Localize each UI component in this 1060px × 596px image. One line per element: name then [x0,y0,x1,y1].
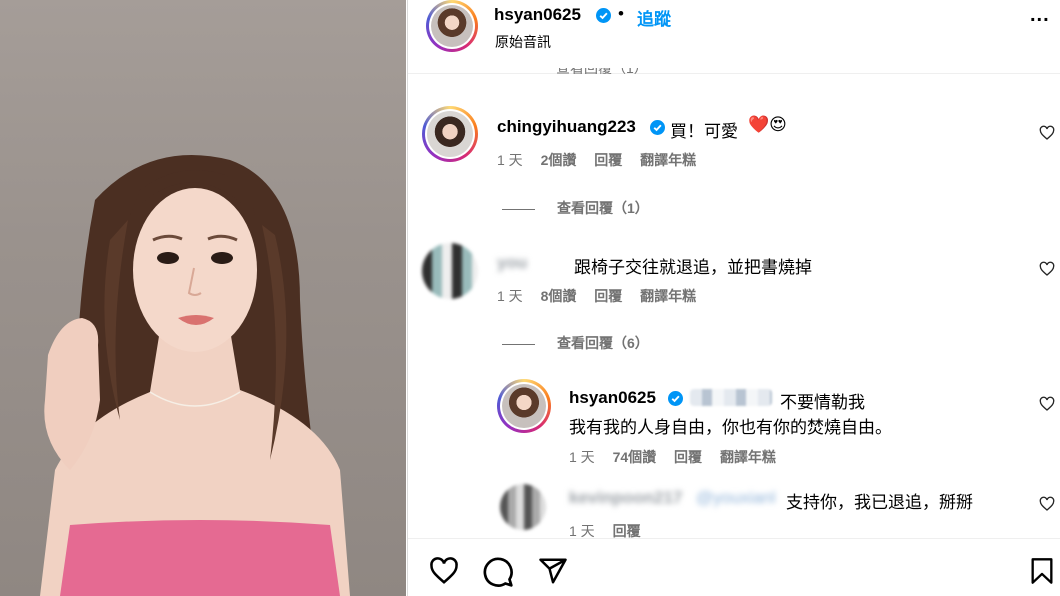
woman-portrait-illustration [40,155,350,596]
like-reply-icon[interactable] [1039,396,1055,412]
divider-line [502,208,535,210]
like-reply-icon[interactable] [1039,496,1055,512]
post-actions-bar [408,538,1060,596]
comment-likes[interactable]: 8個讚 [541,288,577,304]
original-audio-link[interactable]: 原始音訊 [495,32,551,52]
comment-emoji: ❤️😍 [748,115,787,134]
view-replies-button[interactable]: 查看回覆（6） [502,333,649,353]
view-replies-button[interactable]: 查看回覆（1） [502,198,649,218]
separator-dot: • [618,4,624,23]
reply-text: 支持你，我已退追，掰掰 [786,493,973,512]
translate-button[interactable]: 翻譯年糕 [640,152,696,168]
reply-text-line2: 我有我的人身自由，你也有你的焚燒自由。 [569,418,892,437]
reply-author-avatar[interactable] [497,379,551,433]
reply-likes[interactable]: 74個讚 [613,449,657,465]
reply-mention-censored[interactable]: @youxianl [696,488,776,508]
like-comment-icon[interactable] [1039,261,1055,277]
like-comment-icon[interactable] [1039,125,1055,141]
censored-mention [690,389,772,406]
reply-username-censored[interactable]: kevinpoon217 [569,488,682,508]
reply-text-line1: 不要情勒我 [780,393,865,412]
comment-likes[interactable]: 2個讚 [541,152,577,168]
cut-off-view-replies[interactable]: 查看回覆（1） [556,68,648,74]
post-image[interactable] [0,0,406,596]
comment-meta: 1 天 2個讚 回覆 翻譯年糕 [497,150,696,170]
like-post-icon[interactable] [428,556,460,586]
comment-text: 買！可愛 [670,122,738,141]
reply-meta: 1 天 74個讚 回覆 翻譯年糕 [569,447,776,467]
reply-time: 1 天 [569,523,595,539]
verified-badge-icon [668,391,683,406]
censored-avatar[interactable] [500,484,546,530]
reply-username[interactable]: hsyan0625 [569,388,656,408]
save-bookmark-icon[interactable] [1028,556,1056,586]
comment-text: 跟椅子交往就退追，並把書燒掉 [574,258,812,277]
author-username[interactable]: hsyan0625 [494,5,581,25]
reply-button[interactable]: 回覆 [613,523,641,539]
comment-time: 1 天 [497,152,523,168]
author-avatar[interactable] [426,0,478,52]
reply-time: 1 天 [569,449,595,465]
reply-button[interactable]: 回覆 [594,152,622,168]
comment-icon[interactable] [482,556,514,588]
translate-button[interactable]: 翻譯年糕 [720,449,776,465]
translate-button[interactable]: 翻譯年糕 [640,288,696,304]
follow-button[interactable]: 追蹤 [637,5,671,30]
share-icon[interactable] [538,556,568,586]
comment-meta: 1 天 8個讚 回覆 翻譯年糕 [497,286,696,306]
comment-username-censored[interactable]: you [497,253,527,273]
post-header: hsyan0625 • 追蹤 原始音訊 ... [408,0,1060,74]
censored-avatar[interactable] [422,243,478,299]
reply-button[interactable]: 回覆 [674,449,702,465]
commenter-avatar[interactable] [422,106,478,162]
comment-panel: hsyan0625 • 追蹤 原始音訊 ... 查看回覆（1） chingyih… [407,0,1060,596]
divider-line [502,343,535,345]
more-options-icon[interactable]: ... [1030,4,1050,27]
verified-badge-icon [650,120,665,135]
comment-time: 1 天 [497,288,523,304]
comment-username[interactable]: chingyihuang223 [497,117,636,137]
reply-button[interactable]: 回覆 [594,288,622,304]
verified-badge-icon [596,8,611,23]
